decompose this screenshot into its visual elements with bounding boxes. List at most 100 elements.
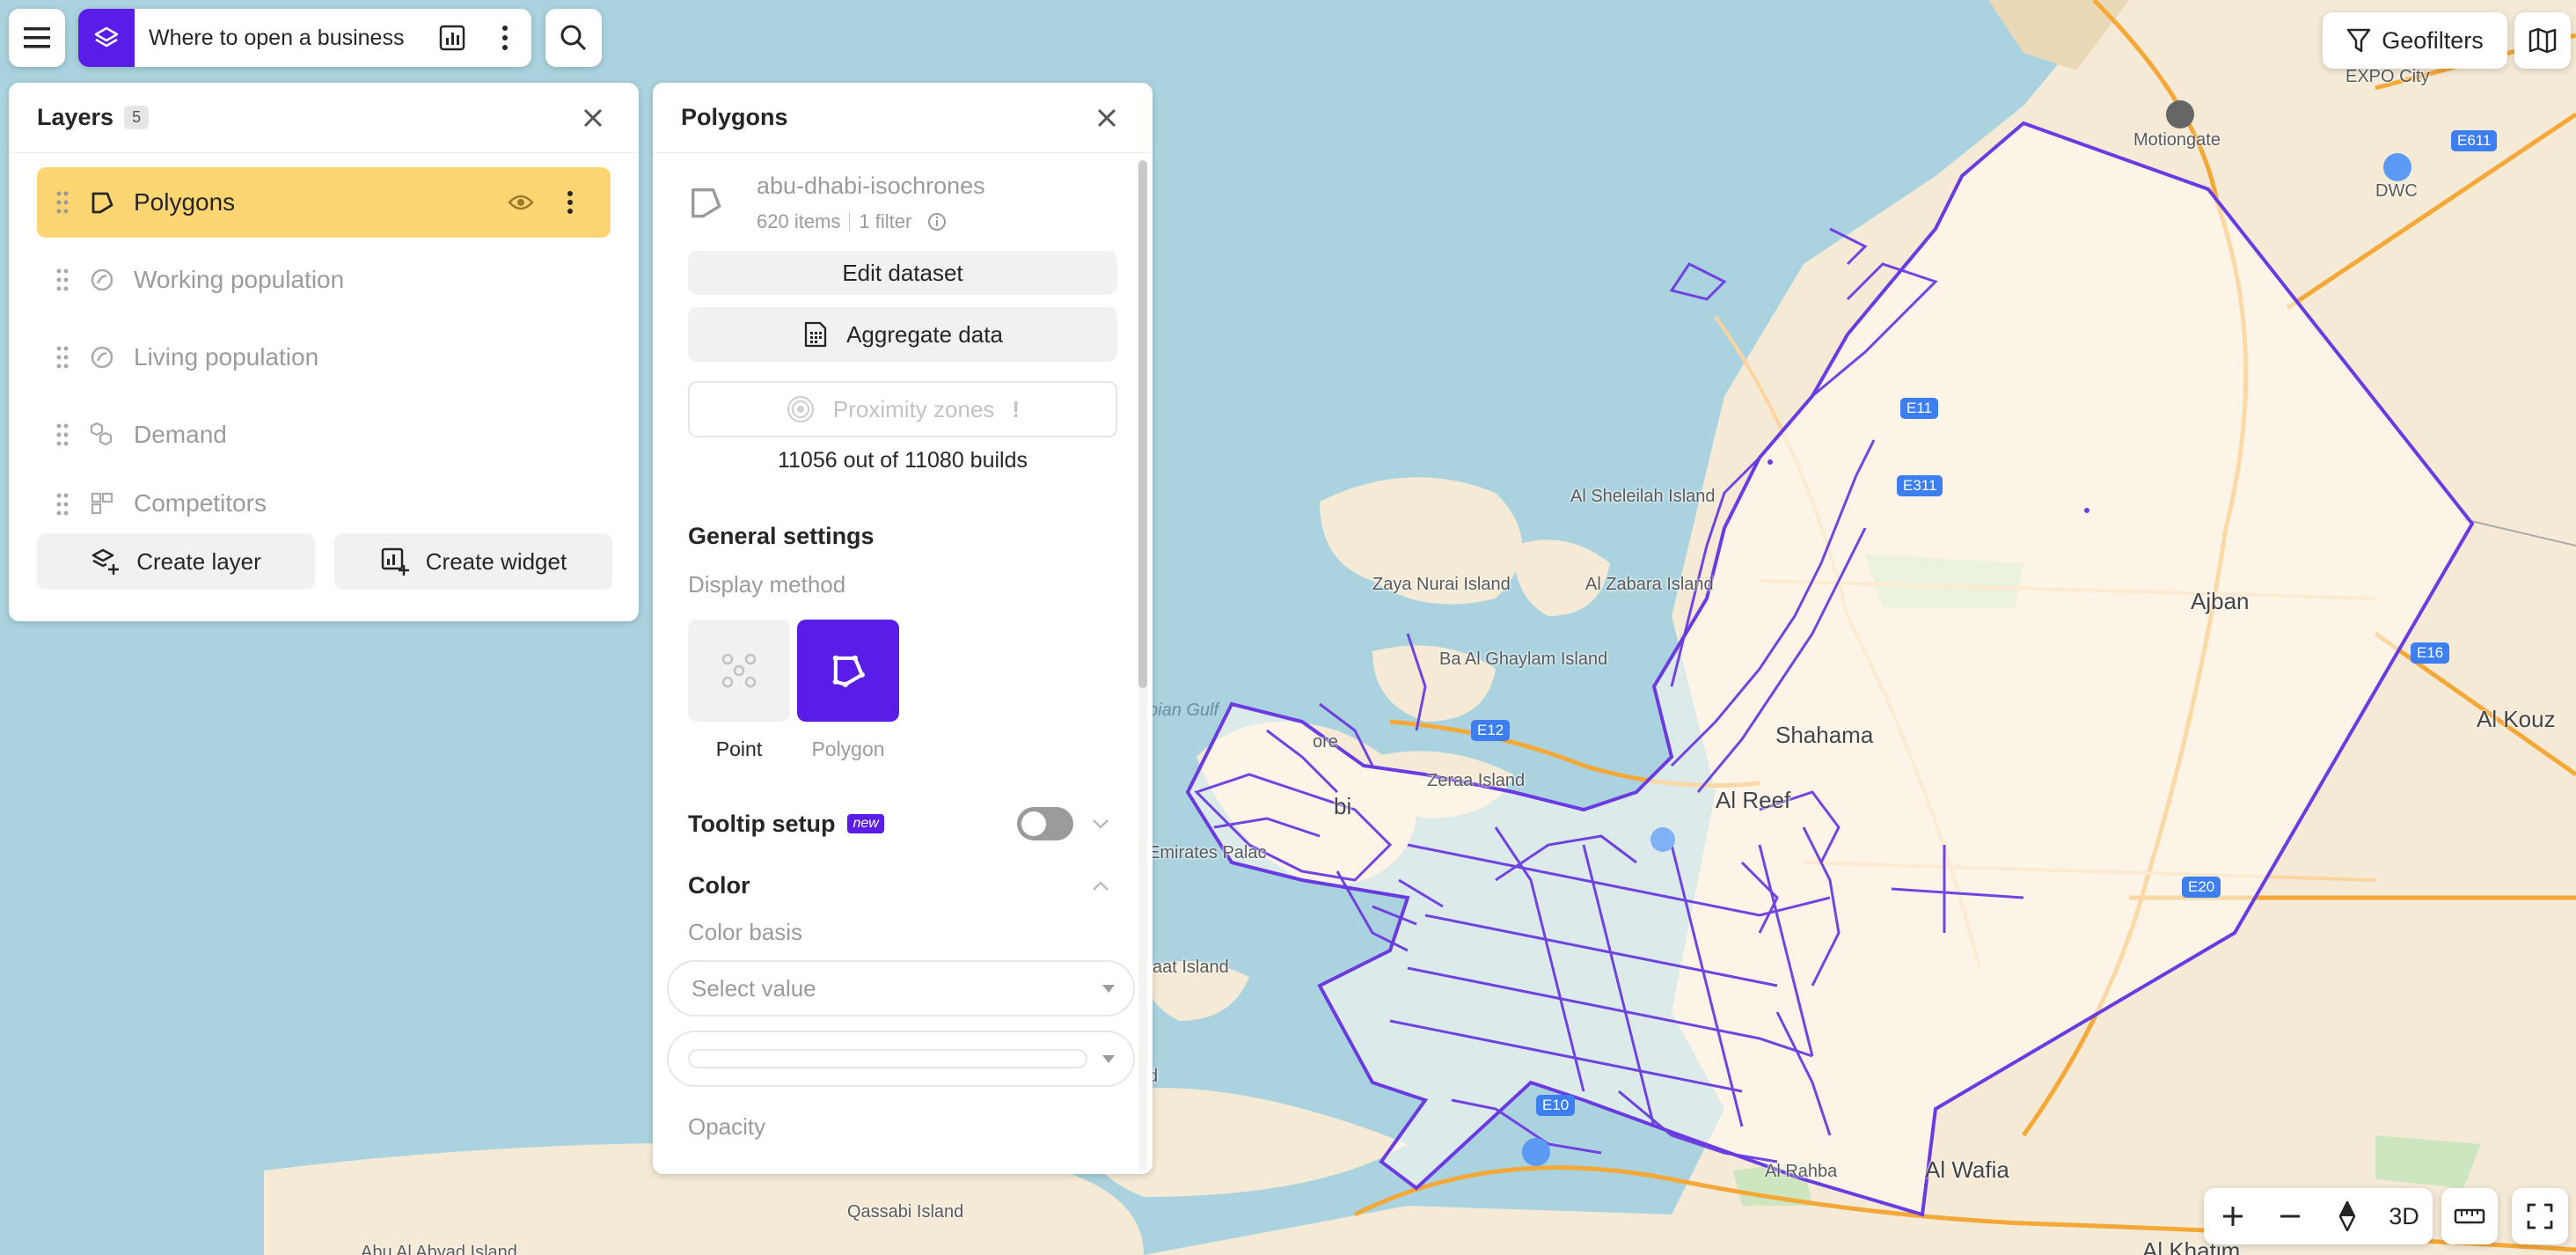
road-shield-e611: E611 [2451,130,2498,151]
layers-panel-title: Layers [37,104,114,130]
info-icon[interactable] [927,212,947,231]
map-icon [2528,27,2557,54]
layer-item-demand[interactable]: Demand [37,400,611,470]
layers-panel-header: Layers 5 [9,83,639,153]
opacity-label: Opacity [688,1113,766,1140]
dashboard-button[interactable] [426,9,479,67]
create-widget-button[interactable]: Create widget [334,533,612,590]
layer-more-button[interactable] [545,190,595,215]
polygon-icon [688,185,732,224]
map-label-reef: Al Reef [1716,787,1791,813]
layer-item-polygons[interactable]: Polygons [37,167,611,238]
drag-handle-icon[interactable] [53,346,72,369]
close-layers-button[interactable] [575,100,611,136]
polygons-settings-panel: Polygons abu-dhabi-isochrones 620 items … [653,83,1153,1174]
3d-button[interactable]: 3D [2376,1188,2433,1244]
polygon-icon [86,190,118,215]
zoom-in-button[interactable] [2205,1188,2261,1244]
map-label-wafia: Al Wafia [1925,1156,2009,1183]
map-style-button[interactable] [2514,12,2571,69]
proximity-warning: ! [1012,395,1021,422]
layer-label: Demand [134,421,227,448]
color-title: Color [688,872,750,899]
hamburger-icon [24,27,50,48]
map-label-zeraa: Zeraa Island [1427,771,1526,790]
layer-label: Polygons [134,188,236,216]
map-label-ba-ghaylam: Ba Al Ghaylam Island [1439,650,1608,669]
chart-icon [439,25,465,51]
edit-dataset-button[interactable]: Edit dataset [688,251,1117,295]
display-method-label: Display method [688,571,846,598]
color-section-row[interactable]: Color [688,872,1114,899]
layers-logo-icon [78,9,135,67]
map-label-zaya: Zaya Nurai Island [1372,575,1511,594]
map-label-gulf: bian Gulf [1148,701,1219,720]
dataset-filter-count: 1 filter [859,210,912,232]
builds-status: 11056 out of 11080 builds [777,448,1028,473]
method-label: Polygon [811,738,885,760]
proximity-icon [787,395,815,423]
map-label-expo-city: EXPO City [2345,67,2430,86]
plus-icon [2222,1207,2243,1226]
create-layer-button[interactable]: Create layer [37,533,315,590]
map-label-motiongate: Motiongate [2133,130,2221,150]
method-polygon[interactable]: Polygon [797,620,899,761]
search-button[interactable] [545,9,602,67]
aggregate-data-button[interactable]: Aggregate data [688,307,1117,362]
map-label-shahama: Shahama [1775,722,1874,748]
map-label-saat: aat Island [1153,958,1229,977]
create-layer-label: Create layer [136,547,261,575]
drag-handle-icon[interactable] [53,191,72,214]
layer-item-working-population[interactable]: Working population [37,245,611,315]
map-label-al-kouz: Al Kouz [2477,706,2556,732]
display-method-options: Point Polygon [688,620,1114,761]
panel-scrollbar[interactable] [1138,160,1147,1172]
aggregate-data-label: Aggregate data [846,320,1003,348]
map-label-ajban: Ajban [2191,588,2250,614]
chevron-down-icon[interactable] [1087,818,1114,829]
method-tile[interactable] [797,620,899,722]
polygons-panel-title: Polygons [681,104,788,130]
tooltip-setup-title: Tooltip setup [688,810,836,837]
polygon-icon [832,655,865,687]
scenario-title-bar[interactable]: Where to open a business [78,9,531,67]
caret-down-icon [1102,1055,1115,1063]
proximity-zones-button[interactable]: Proximity zones ! [688,381,1117,437]
tooltip-toggle[interactable] [1017,807,1073,840]
color-basis-select[interactable]: Select value [667,960,1135,1016]
more-options-button[interactable] [479,9,531,67]
visibility-toggle[interactable] [496,194,545,211]
layer-item-living-population[interactable]: Living population [37,322,611,393]
fullscreen-button[interactable] [2512,1188,2568,1244]
drag-handle-icon[interactable] [53,423,72,446]
minus-icon [2280,1215,2300,1218]
geofilters-button[interactable]: Geofilters [2323,12,2507,69]
map-label-dwc: DWC [2375,181,2418,201]
zoom-out-button[interactable] [2262,1188,2318,1244]
scrollbar-thumb[interactable] [1138,160,1147,688]
method-point[interactable]: Point [688,620,790,761]
road-shield-e16: E16 [2411,642,2450,664]
ruler-button[interactable] [2441,1188,2498,1244]
tooltip-setup-row[interactable]: Tooltip setup new [688,807,1114,840]
fullscreen-icon [2527,1203,2553,1229]
chevron-up-icon[interactable] [1087,880,1114,892]
compass-icon [2338,1201,2355,1231]
palette-select[interactable] [667,1031,1135,1087]
kebab-icon [567,191,573,214]
layer-item-competitors[interactable]: Competitors [37,477,611,519]
drag-handle-icon[interactable] [53,493,72,516]
method-tile[interactable] [688,620,790,722]
map-label-sheleilah: Al Sheleilah Island [1570,487,1716,506]
layers-count-badge: 5 [124,106,150,129]
close-polygons-button[interactable] [1089,100,1124,136]
layers-panel: Layers 5 Polygons Working population Liv… [9,83,639,621]
layer-label: Working population [134,266,345,293]
drag-handle-icon[interactable] [53,268,72,291]
toggle-knob [1021,811,1046,836]
compass-button[interactable] [2319,1188,2375,1244]
road-shield-e311: E311 [1897,475,1943,496]
map-zoom-controls: 3D [2204,1188,2433,1244]
menu-button[interactable] [9,9,65,67]
scenario-title: Where to open a business [149,25,405,50]
